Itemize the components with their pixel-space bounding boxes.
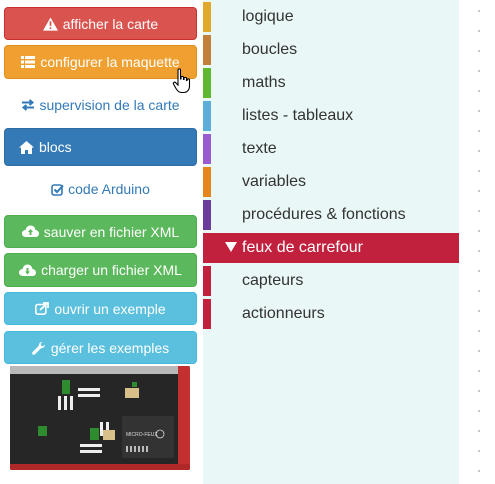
list-icon — [21, 56, 36, 68]
block-category-toolbox: logique boucles maths listes - tableaux text… — [203, 0, 459, 484]
traffic-board-image: MICRO-FEUX — [10, 366, 190, 470]
grid-dot — [478, 450, 480, 452]
wrench-icon — [31, 341, 46, 355]
category-label: variables — [242, 173, 306, 191]
checkbox-icon — [51, 183, 64, 196]
category-item[interactable]: boucles — [203, 35, 459, 65]
category-item[interactable]: feux de carrefour — [203, 233, 459, 263]
category-color-stripe — [203, 299, 211, 329]
manage-examples-button[interactable]: gérer les exemples — [4, 331, 197, 364]
category-color-stripe — [203, 2, 211, 32]
board-illustration: MICRO-FEUX — [10, 366, 190, 470]
grid-dot — [478, 90, 480, 92]
category-color-stripe — [203, 101, 211, 131]
category-label-text: maths — [242, 74, 286, 91]
category-color-stripe — [203, 200, 211, 230]
category-label-text: feux de carrefour — [242, 239, 363, 256]
grid-dot — [478, 330, 480, 332]
category-label-text: capteurs — [242, 272, 304, 289]
save-xml-label: sauver en fichier XML — [43, 223, 180, 240]
save-xml-button[interactable]: sauver en fichier XML — [4, 215, 197, 248]
category-item[interactable]: procédures & fonctions — [203, 200, 459, 230]
category-color-stripe — [203, 68, 211, 98]
grid-dot — [478, 190, 480, 192]
category-label: boucles — [242, 41, 297, 59]
block-workspace[interactable] — [459, 0, 495, 484]
arduino-code-label: code Arduino — [68, 181, 150, 197]
category-label: listes - tableaux — [242, 107, 353, 125]
grid-dot — [478, 250, 480, 252]
category-item[interactable]: capteurs — [203, 266, 459, 296]
category-label-text: variables — [242, 173, 307, 190]
grid-dot — [478, 150, 480, 152]
warning-icon — [42, 16, 58, 31]
grid-dot — [478, 350, 480, 352]
board-supervision-link[interactable]: supervision de la carte — [4, 89, 197, 121]
category-label-text: listes - tableaux — [242, 107, 354, 124]
category-label: procédures & fonctions — [242, 206, 406, 224]
category-color-stripe — [203, 167, 211, 197]
grid-dot — [478, 10, 480, 12]
category-label-text: procédures & fonctions — [242, 206, 406, 223]
category-item[interactable]: logique — [203, 2, 459, 32]
grid-dot — [478, 310, 480, 312]
category-color-stripe — [203, 233, 211, 263]
cloud-download-icon — [19, 264, 37, 277]
category-label-text: texte — [242, 140, 277, 157]
grid-dot — [478, 370, 480, 372]
grid-dot — [478, 270, 480, 272]
cloud-upload-icon — [21, 225, 39, 238]
category-color-stripe — [203, 35, 211, 65]
category-item[interactable]: listes - tableaux — [203, 101, 459, 131]
expanded-triangle-icon — [225, 239, 237, 257]
grid-dot — [478, 30, 480, 32]
grid-dot — [478, 430, 480, 432]
load-xml-label: charger un fichier XML — [41, 262, 182, 278]
show-board-button[interactable]: afficher la carte — [4, 7, 197, 40]
category-label-text: actionneurs — [242, 305, 325, 322]
category-item[interactable]: variables — [203, 167, 459, 197]
category-label: actionneurs — [242, 305, 325, 323]
open-example-label: ouvrir un exemple — [54, 300, 166, 317]
manage-examples-label: gérer les exemples — [50, 339, 170, 356]
blocks-label: blocs — [39, 139, 72, 155]
configure-model-button[interactable]: configurer la maquette — [4, 45, 197, 79]
grid-dot — [478, 130, 480, 132]
grid-dot — [478, 170, 480, 172]
category-label: feux de carrefour — [225, 239, 363, 257]
category-label: capteurs — [242, 272, 303, 290]
category-label: maths — [242, 74, 286, 92]
category-color-stripe — [203, 266, 211, 296]
open-example-button[interactable]: ouvrir un exemple — [4, 292, 197, 325]
load-xml-button[interactable]: charger un fichier XML — [4, 253, 197, 287]
grid-dot — [478, 290, 480, 292]
category-item[interactable]: actionneurs — [203, 299, 459, 329]
home-icon — [19, 140, 34, 154]
grid-dot — [478, 470, 480, 472]
share-icon — [35, 302, 50, 315]
show-board-label: afficher la carte — [62, 15, 159, 32]
category-item[interactable]: maths — [203, 68, 459, 98]
board-title: MICRO-FEUX — [126, 432, 158, 438]
blocks-button[interactable]: blocs — [4, 128, 197, 166]
arduino-code-link[interactable]: code Arduino — [4, 173, 197, 205]
category-color-stripe — [203, 134, 211, 164]
category-label: texte — [242, 140, 277, 158]
board-supervision-label: supervision de la carte — [39, 97, 180, 113]
grid-dot — [478, 410, 480, 412]
grid-dot — [478, 210, 480, 212]
grid-dot — [478, 230, 480, 232]
category-label-text: boucles — [242, 41, 298, 58]
category-label-text: logique — [242, 8, 294, 25]
grid-dot — [478, 390, 480, 392]
configure-model-label: configurer la maquette — [40, 54, 180, 70]
exchange-icon — [21, 99, 35, 111]
grid-dot — [478, 50, 480, 52]
category-item[interactable]: texte — [203, 134, 459, 164]
grid-dot — [478, 110, 480, 112]
grid-dot — [478, 70, 480, 72]
category-label: logique — [242, 8, 294, 26]
